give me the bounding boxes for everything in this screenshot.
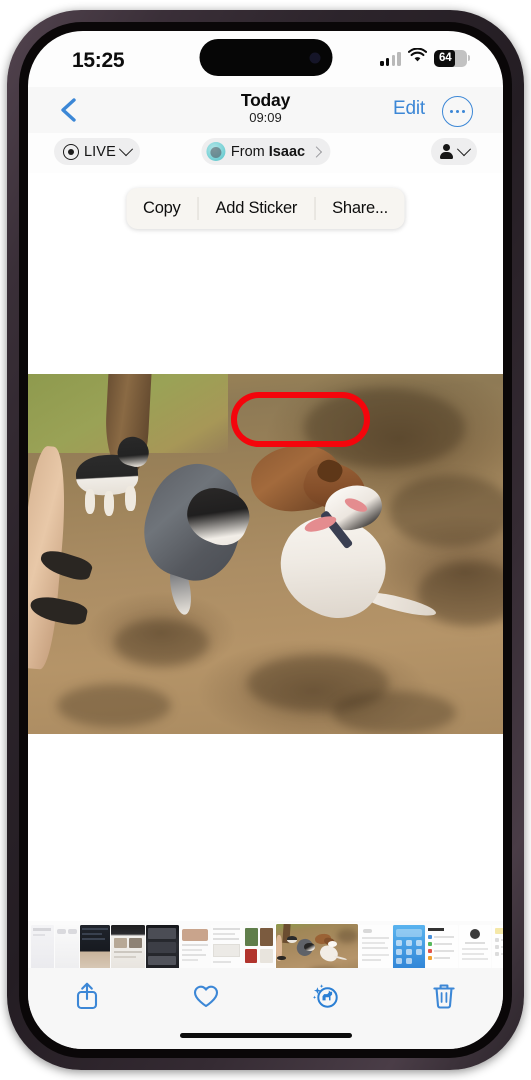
contact-avatar — [205, 142, 225, 161]
photo-shadow — [389, 474, 503, 547]
phone-bezel: Copy Add Sticker Share... 15:25 64 Today… — [19, 22, 512, 1058]
live-photo-icon — [63, 143, 79, 160]
favorite-button[interactable] — [147, 979, 266, 1013]
status-time: 15:25 — [72, 49, 125, 72]
share-icon — [77, 982, 98, 1010]
visual-lookup-button[interactable] — [266, 979, 385, 1013]
context-menu[interactable]: Copy Add Sticker Share... — [126, 188, 405, 229]
page-title: Today — [240, 90, 291, 110]
phone-screen: Copy Add Sticker Share... 15:25 64 Today… — [28, 31, 503, 1049]
people-button[interactable] — [431, 138, 477, 165]
page-subtitle: 09:09 — [249, 110, 282, 126]
battery-fill — [434, 49, 456, 67]
front-camera-icon — [309, 52, 320, 63]
nav-title-group: Today 09:09 — [241, 91, 290, 125]
dynamic-island — [199, 39, 332, 76]
edit-button[interactable]: Edit — [393, 98, 425, 120]
navigation-bar: Today 09:09 Edit — [28, 87, 503, 133]
heart-icon — [194, 985, 219, 1008]
battery-percent: 64 — [439, 52, 452, 64]
chevron-down-icon — [456, 141, 472, 156]
battery-nub — [467, 55, 470, 61]
more-options-button[interactable] — [442, 96, 473, 127]
delete-button[interactable] — [384, 979, 503, 1013]
home-indicator — [179, 1032, 352, 1038]
copy-menu-item[interactable]: Copy — [126, 188, 198, 229]
wifi-icon — [407, 47, 428, 68]
battery-icon: 64 — [434, 49, 470, 67]
phone-frame: Copy Add Sticker Share... 15:25 64 Today… — [7, 10, 524, 1070]
live-photo-label: LIVE — [84, 143, 116, 160]
photo-dog-leg — [125, 485, 136, 511]
photo-shadow — [332, 690, 456, 734]
trash-icon — [432, 984, 455, 1009]
photo-shadow — [56, 683, 171, 727]
share-button[interactable] — [28, 979, 147, 1013]
chevron-down-icon — [118, 141, 133, 156]
photo-image[interactable] — [28, 374, 503, 734]
photo-dog-leg — [85, 489, 96, 515]
from-sender-label: From Isaac — [230, 143, 306, 160]
visual-lookup-dog-icon — [312, 984, 338, 1008]
back-button[interactable] — [54, 95, 86, 125]
add-sticker-menu-item[interactable]: Add Sticker — [199, 188, 315, 229]
chevron-right-icon — [310, 145, 322, 158]
person-icon — [439, 144, 453, 159]
status-indicators: 64 — [380, 47, 470, 68]
live-photo-button[interactable]: LIVE — [54, 138, 140, 165]
photo-dog-leg — [104, 491, 115, 517]
photo-viewer[interactable]: Copy Add Sticker Share... — [28, 173, 503, 921]
cellular-bars-icon — [380, 51, 401, 66]
status-bar: 15:25 64 — [28, 31, 503, 87]
pill-toolbar: LIVE From Isaac — [28, 133, 503, 173]
share-menu-item[interactable]: Share... — [315, 188, 405, 229]
photo-shadow — [113, 618, 209, 666]
from-sender-chip[interactable]: From Isaac — [200, 138, 331, 165]
